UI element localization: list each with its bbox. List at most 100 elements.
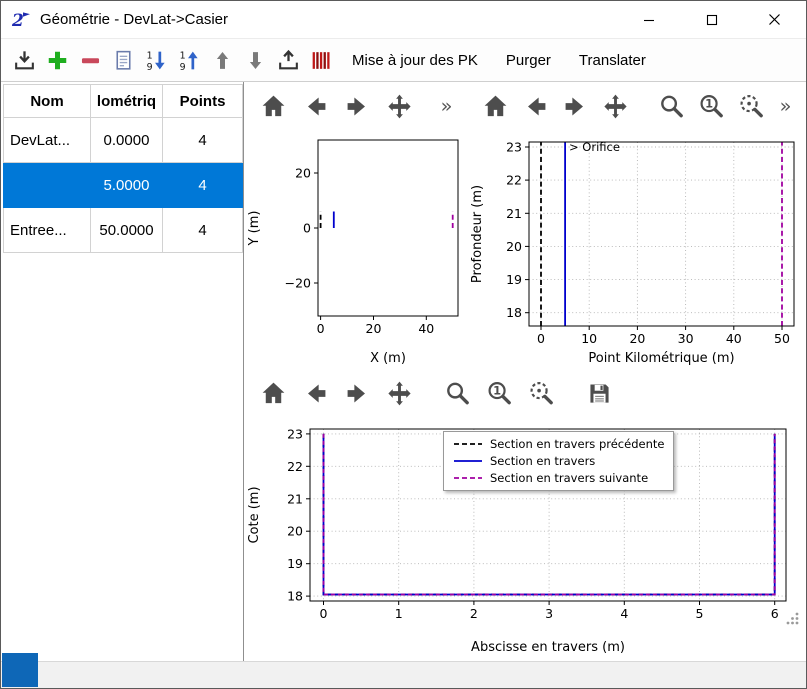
add-section-button[interactable] (42, 42, 73, 78)
column-header-pk[interactable]: lométriq (91, 85, 163, 118)
table-row[interactable]: Entree...50.00004 (4, 208, 243, 253)
sections-table-panel: NomlométriqPoints DevLat...0.000045.0000… (1, 82, 244, 661)
svg-text:21: 21 (506, 206, 522, 221)
export-button[interactable] (273, 42, 304, 78)
cell-pk[interactable]: 5.0000 (91, 163, 163, 208)
red-stripes-icon (309, 48, 334, 73)
column-header-points[interactable]: Points (163, 85, 243, 118)
back-icon (301, 379, 330, 408)
legend-entry: Section en travers (453, 454, 664, 468)
legend-label: Section en travers (490, 454, 595, 468)
nav-forward-button[interactable] (338, 373, 376, 413)
table-row[interactable]: 5.00004 (4, 163, 243, 208)
cell-points[interactable]: 4 (163, 163, 243, 208)
nav-zoom-extents-button[interactable] (734, 86, 770, 126)
minimize-button[interactable] (617, 1, 680, 38)
nav-overflow-button[interactable]: » (435, 86, 457, 126)
plot-legend: Section en travers précédente Section en … (443, 431, 674, 491)
nav-zoom-button[interactable] (438, 373, 476, 413)
cell-pk[interactable]: 0.0000 (91, 118, 163, 163)
pan-icon (385, 92, 414, 121)
sort-ascending-button[interactable]: 19 (174, 42, 205, 78)
svg-text:X (m): X (m) (370, 351, 406, 366)
color-swatch[interactable] (2, 653, 38, 687)
nav-home-button[interactable] (254, 373, 292, 413)
legend-entry: Section en travers précédente (453, 437, 664, 451)
nav-back-button[interactable] (517, 86, 553, 126)
svg-text:5: 5 (696, 606, 704, 621)
nav-home-button[interactable] (477, 86, 513, 126)
nav-zoom-1-button[interactable]: 1 (480, 373, 518, 413)
main-toolbar: 1919 Mise à jour des PKPurgerTranslater (1, 38, 806, 82)
remove-section-button[interactable] (75, 42, 106, 78)
maximize-button[interactable] (680, 1, 743, 38)
plan-plot-canvas[interactable]: 02040−20020X (m)Y (m) (244, 128, 466, 368)
import-button[interactable] (9, 42, 40, 78)
purge-button[interactable]: Purger (493, 42, 564, 78)
table-row[interactable]: DevLat...0.00004 (4, 118, 243, 163)
svg-text:20: 20 (366, 321, 382, 336)
sort-descending-button[interactable]: 19 (141, 42, 172, 78)
nav-pan-button[interactable] (380, 86, 418, 126)
pk-marks-button[interactable] (306, 42, 337, 78)
profile-plot-canvas[interactable]: 01020304050181920212223Point Kilométriqu… (467, 128, 805, 368)
nav-forward-button[interactable] (557, 86, 593, 126)
legend-label: Section en travers suivante (490, 471, 648, 485)
plan-plot-panel: » 02040−20020X (m)Y (m) (244, 82, 467, 369)
nav-zoom-button[interactable] (654, 86, 690, 126)
svg-text:2: 2 (470, 606, 478, 621)
svg-text:1: 1 (493, 383, 501, 397)
nav-pan-button[interactable] (597, 86, 633, 126)
content-area: NomlométriqPoints DevLat...0.000045.0000… (1, 82, 806, 661)
svg-text:10: 10 (581, 331, 597, 346)
nav-save-button[interactable] (580, 373, 618, 413)
column-header-nom[interactable]: Nom (4, 85, 91, 118)
back-icon (301, 92, 330, 121)
nav-back-button[interactable] (296, 86, 334, 126)
svg-text:1: 1 (395, 606, 403, 621)
profile-nav-toolbar: 1» (467, 82, 806, 128)
nav-pan-button[interactable] (380, 373, 418, 413)
nav-zoom-1-button[interactable]: 1 (694, 86, 730, 126)
svg-text:Cote (m): Cote (m) (247, 486, 262, 543)
cell-nom[interactable]: DevLat... (4, 118, 91, 163)
svg-text:»: » (779, 94, 791, 117)
overflow-icon: » (432, 92, 461, 121)
cell-pk[interactable]: 50.0000 (91, 208, 163, 253)
section-plot-wrap: 0123456181920212223Abscisse en travers (… (244, 415, 806, 657)
nav-forward-button[interactable] (338, 86, 376, 126)
close-button[interactable] (743, 1, 806, 38)
svg-text:−20: −20 (285, 276, 311, 291)
svg-text:0: 0 (317, 321, 325, 336)
svg-text:21: 21 (287, 491, 303, 506)
arrow-up-icon (210, 48, 235, 73)
sections-table[interactable]: NomlométriqPoints DevLat...0.000045.0000… (3, 84, 243, 253)
cell-nom[interactable] (4, 163, 91, 208)
legend-line-sample (453, 473, 483, 483)
profile-plot-panel: 1» 01020304050181920212223Point Kilométr… (467, 82, 806, 369)
nav-zoom-extents-button[interactable] (522, 373, 560, 413)
move-down-button[interactable] (240, 42, 271, 78)
legend-line-sample (453, 439, 483, 449)
svg-text:Profondeur (m): Profondeur (m) (470, 185, 485, 283)
edit-list-button[interactable] (108, 42, 139, 78)
nav-back-button[interactable] (296, 373, 334, 413)
window-controls (617, 1, 806, 38)
cell-nom[interactable]: Entree... (4, 208, 91, 253)
nav-home-button[interactable] (254, 86, 292, 126)
translate-button[interactable]: Translater (566, 42, 659, 78)
home-icon (259, 92, 288, 121)
document-icon (111, 48, 136, 73)
svg-text:1: 1 (180, 50, 186, 61)
nav-overflow-button[interactable]: » (774, 86, 796, 126)
zoom-extents-icon (527, 379, 556, 408)
resize-grip[interactable] (785, 611, 800, 631)
svg-text:23: 23 (506, 140, 522, 155)
update-pk-button[interactable]: Mise à jour des PK (339, 42, 491, 78)
svg-text:0: 0 (303, 221, 311, 236)
cell-points[interactable]: 4 (163, 118, 243, 163)
cell-points[interactable]: 4 (163, 208, 243, 253)
svg-text:19: 19 (506, 272, 522, 287)
svg-text:Abscisse en travers (m): Abscisse en travers (m) (471, 640, 625, 655)
move-up-button[interactable] (207, 42, 238, 78)
